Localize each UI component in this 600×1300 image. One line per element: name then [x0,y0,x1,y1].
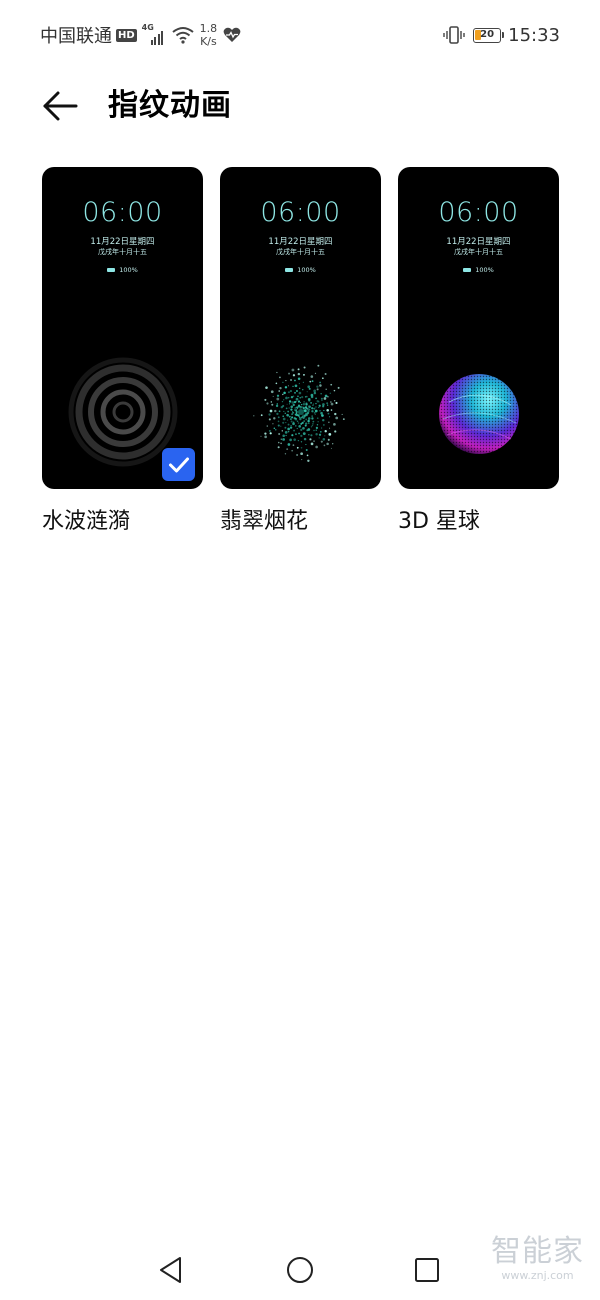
animation-label: 水波涟漪 [42,509,131,534]
preview-battery-icon [285,268,294,272]
preview-lunar-date: 戊戌年十月十五 [98,248,147,256]
status-bar-left: 中国联通 HD 4G 1.8 K/s [40,22,241,48]
preview-battery: 100% [220,266,381,274]
nav-back-button[interactable] [151,1250,191,1290]
heart-rate-icon [223,27,241,42]
preview-time: 06:00 [260,197,341,228]
arrow-left-icon [43,91,78,121]
wifi-icon [172,27,194,44]
speed-value: 1.8 [199,22,218,35]
nav-recents-button[interactable] [407,1250,447,1290]
battery-percent: 20 [480,28,495,40]
preview-lunar-date: 戊戌年十月十五 [276,248,325,256]
preview-battery-text: 100% [119,266,138,274]
watermark-url: www.znj.com [501,1269,574,1282]
page-title: 指纹动画 [108,88,232,123]
nav-home-button[interactable] [280,1250,320,1290]
fireworks-graphic [252,364,345,462]
preview-battery-text: 100% [297,266,316,274]
home-circle-icon [287,1257,313,1283]
preview-battery: 100% [398,266,559,274]
preview-battery-icon [107,268,116,272]
preview-battery: 100% [42,266,203,274]
back-triangle-icon [160,1257,181,1283]
preview-time: 06:00 [438,197,519,228]
planet-graphic [438,374,519,454]
preview-date: 11月22日星期四 [268,237,333,247]
animation-card-planet[interactable]: 06:00 11月22日星期四 戊戌年十月十五 100% 3D 星球 [398,167,559,535]
preview-time: 06:00 [82,197,163,228]
selected-check-icon [162,448,195,481]
watermark: 智能家 www.znj.com [485,1235,590,1283]
animation-preview: 06:00 11月22日星期四 戊戌年十月十五 100% [398,167,559,489]
status-clock: 15:33 [508,24,560,46]
animation-label: 翡翠烟花 [220,509,309,534]
carrier-name: 中国联通 [40,26,112,47]
app-header: 指纹动画 [0,78,600,134]
watermark-logo: 智能家 [491,1234,584,1269]
speed-unit: K/s [200,35,217,48]
battery-icon: 20 [473,27,505,43]
preview-battery-text: 100% [475,266,494,274]
planet-animation [398,357,559,467]
status-bar: 中国联通 HD 4G 1.8 K/s 20 15:33 [0,0,600,70]
back-button[interactable] [38,84,82,128]
preview-lunar-date: 戊戌年十月十五 [454,248,503,256]
vibrate-icon [443,26,465,44]
preview-battery-icon [463,268,472,272]
preview-date: 11月22日星期四 [446,237,511,247]
signal-icon: 4G [142,23,168,45]
animation-card-ripple[interactable]: 06:00 11月22日星期四 戊戌年十月十五 100% 水波涟漪 [42,167,203,535]
hd-badge: HD [116,28,137,42]
recents-square-icon [415,1258,439,1282]
status-bar-right: 20 15:33 [443,22,560,48]
screen: 中国联通 HD 4G 1.8 K/s 20 15:33 指纹动画 06:00 1… [0,0,600,1300]
animation-preview: 06:00 11月22日星期四 戊戌年十月十五 100% [42,167,203,489]
preview-date: 11月22日星期四 [90,237,155,247]
fireworks-animation [220,357,381,467]
animation-preview: 06:00 11月22日星期四 戊戌年十月十五 100% [220,167,381,489]
network-speed: 1.8 K/s [200,22,218,48]
animation-card-fireworks[interactable]: 06:00 11月22日星期四 戊戌年十月十五 100% 翡翠烟花 [220,167,381,535]
animation-label: 3D 星球 [398,509,480,534]
